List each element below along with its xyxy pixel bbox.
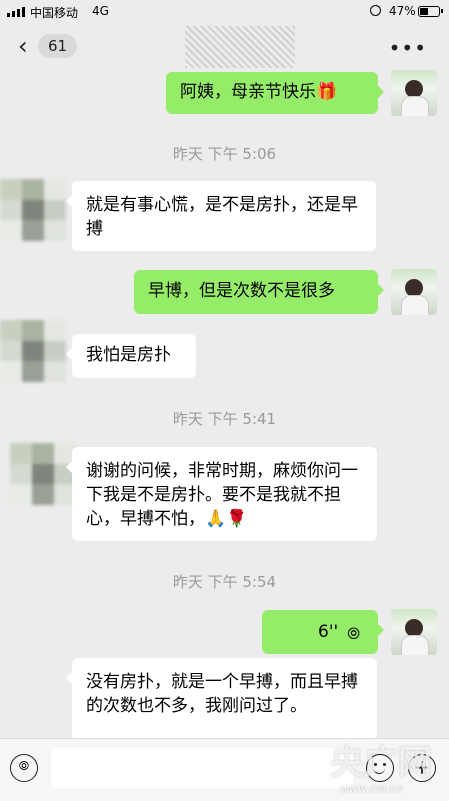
avatar-tile [44, 320, 66, 341]
voice-mode-icon[interactable]: ⦾ [10, 754, 38, 782]
battery-icon [418, 6, 443, 17]
unread-count-badge[interactable]: 61 [38, 34, 78, 58]
avatar-tile [22, 340, 44, 362]
status-bar: 中国移动 4G 47% [0, 0, 449, 24]
timestamp: 昨天 下午 5:06 [172, 145, 277, 163]
battery-percent: 47% [389, 4, 416, 18]
watermark-logo: 央广网 [330, 743, 432, 783]
timestamp: 昨天 下午 5:54 [172, 573, 277, 591]
avatar-tile [22, 361, 44, 382]
avatar-tile [10, 443, 32, 464]
avatar-tile [32, 443, 54, 464]
message-text: 我怕是房扑 [86, 345, 171, 365]
network-type: 4G [92, 4, 109, 18]
carrier-name: 中国移动 [30, 6, 79, 20]
my-avatar[interactable] [391, 70, 437, 116]
contact-avatar-pixelated[interactable] [0, 320, 66, 382]
avatar-tile [22, 179, 44, 200]
avatar-tile [10, 484, 32, 505]
avatar-tile [32, 463, 54, 485]
contact-avatar-pixelated[interactable] [0, 179, 66, 241]
voice-duration: 6'' [318, 622, 339, 642]
message-input[interactable] [51, 748, 353, 788]
message-text: 谢谢的问候，非常时期，麻烦你问一下我是不是房扑。要不是我就不担心，早搏不怕，🙏🌹 [86, 461, 358, 529]
message-text: 阿姨，母亲节快乐🎁 [180, 82, 338, 102]
my-avatar[interactable] [391, 609, 437, 655]
avatar-tile [44, 340, 66, 362]
my-avatar[interactable] [391, 269, 437, 315]
voice-wave-icon: ⦾ [347, 624, 360, 643]
avatar-tile [44, 361, 66, 382]
redacted-chat-title [185, 26, 295, 68]
voice-message-bubble[interactable]: 6'' ⦾ [262, 610, 384, 654]
signal-icon [7, 7, 25, 17]
avatar-tile [0, 220, 22, 241]
avatar-tile [10, 463, 32, 485]
more-dots-icon[interactable]: ••• [389, 36, 427, 60]
contact-avatar-pixelated[interactable] [10, 443, 76, 505]
avatar-tile [0, 320, 22, 341]
avatar-tile [0, 199, 22, 221]
message-bubble-received[interactable]: 就是有事心慌，是不是房扑，还是早搏 [66, 181, 376, 251]
avatar-tile [0, 340, 22, 362]
avatar-tile [22, 199, 44, 221]
avatar-tile [0, 361, 22, 382]
message-text: 就是有事心慌，是不是房扑，还是早搏 [86, 195, 358, 239]
avatar-tile [0, 179, 22, 200]
avatar-tile [44, 179, 66, 200]
timestamp: 昨天 下午 5:41 [172, 410, 277, 428]
chat-header: ‹ 61 ••• [0, 26, 449, 68]
avatar-tile [22, 320, 44, 341]
rotation-lock-icon [370, 5, 381, 16]
message-bubble-received[interactable]: 我怕是房扑 [66, 334, 196, 378]
avatar-tile [32, 484, 54, 505]
message-bubble-received[interactable]: 没有房扑，就是一个早搏，而且早搏的次数也不多，我刚问过了。 [66, 658, 377, 740]
chevron-left-icon[interactable]: ‹ [18, 32, 28, 60]
message-text: 没有房扑，就是一个早搏，而且早搏的次数也不多，我刚问过了。 [86, 672, 358, 716]
message-text: 早博，但是次数不是很多 [148, 281, 335, 301]
message-bubble-sent[interactable]: 阿姨，母亲节快乐🎁 [166, 72, 384, 114]
avatar-tile [22, 220, 44, 241]
message-bubble-received[interactable]: 谢谢的问候，非常时期，麻烦你问一下我是不是房扑。要不是我就不担心，早搏不怕，🙏🌹 [66, 447, 377, 541]
avatar-tile [44, 199, 66, 221]
watermark-url: www.cnr.cn [340, 782, 403, 795]
message-bubble-sent[interactable]: 早博，但是次数不是很多 [134, 270, 384, 314]
avatar-tile [44, 220, 66, 241]
